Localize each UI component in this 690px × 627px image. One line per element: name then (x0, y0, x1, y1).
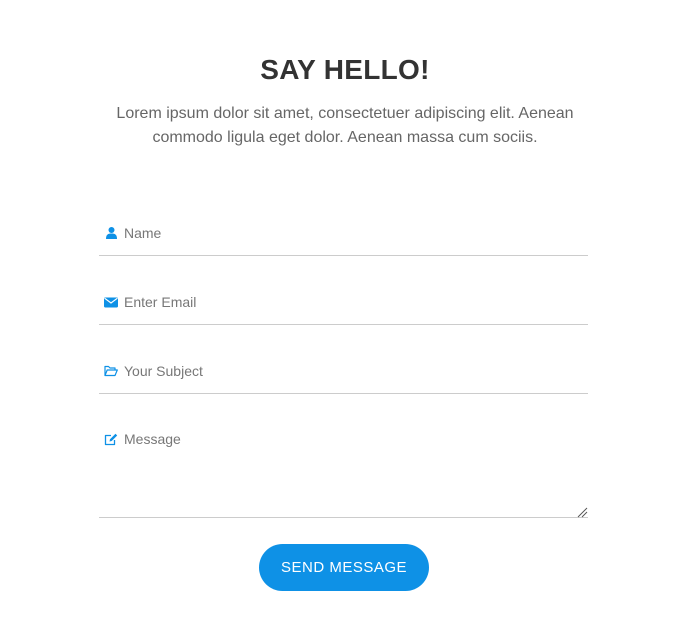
email-input[interactable] (124, 293, 588, 311)
user-icon (104, 226, 118, 240)
intro-text: Lorem ipsum dolor sit amet, consectetuer… (116, 105, 574, 146)
page-title: SAY HELLO! (260, 54, 430, 85)
contact-section: SAY HELLO! Lorem ipsum dolor sit amet, c… (0, 0, 690, 627)
subject-field (99, 354, 588, 394)
envelope-icon (104, 295, 118, 309)
resize-handle[interactable] (576, 505, 588, 518)
edit-icon (104, 432, 118, 446)
message-field (99, 423, 588, 518)
name-input[interactable] (124, 224, 588, 242)
folder-open-icon (104, 364, 118, 378)
email-field (99, 285, 588, 325)
subject-input[interactable] (124, 362, 588, 380)
name-field (99, 216, 588, 256)
message-input[interactable] (124, 430, 588, 514)
send-message-button[interactable]: SEND MESSAGE (259, 544, 429, 591)
